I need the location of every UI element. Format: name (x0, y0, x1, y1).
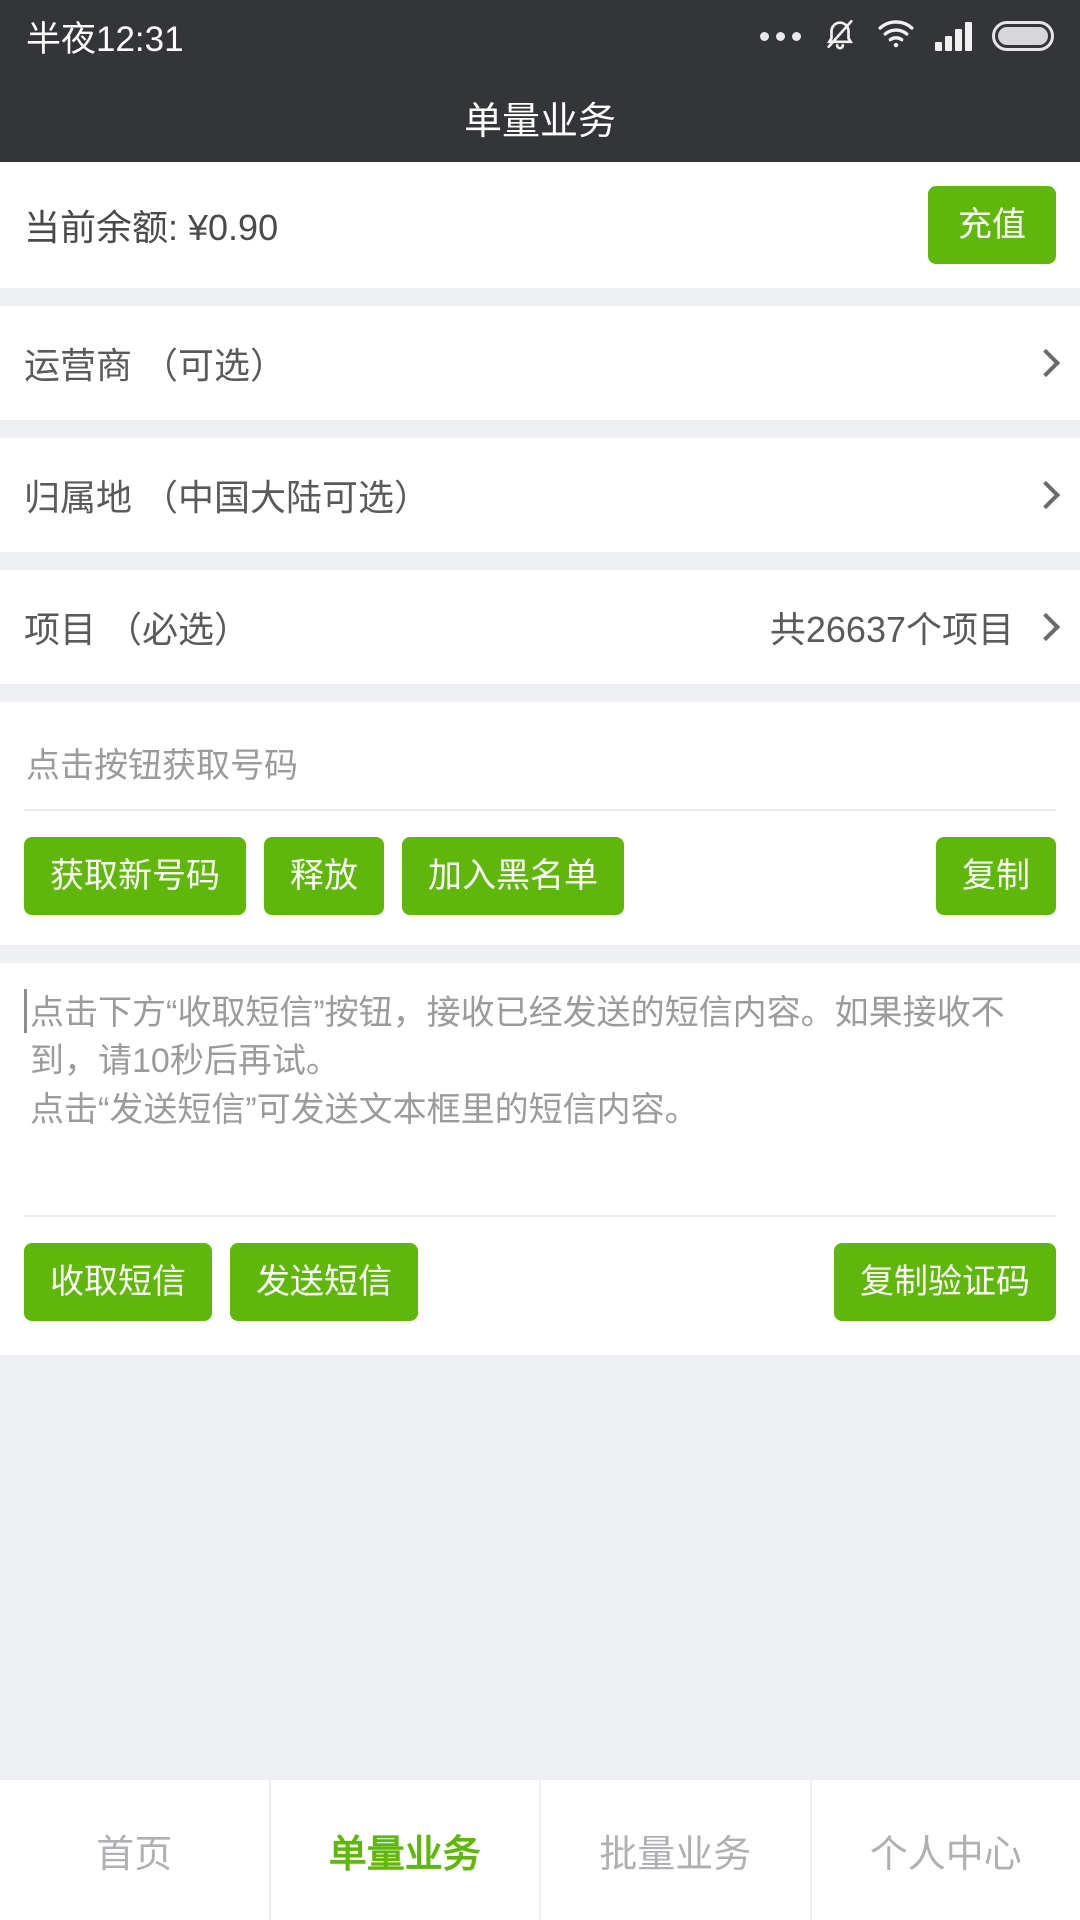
nav-row-region-label: 归属地 （中国大陆可选） (24, 477, 431, 518)
tab-home[interactable]: 首页 (0, 1780, 271, 1920)
section-divider (0, 552, 1080, 570)
nav-row-carrier[interactable]: 运营商 （可选） (0, 306, 1080, 420)
recharge-button[interactable]: 充值 (928, 186, 1056, 264)
copy-verification-code-button[interactable]: 复制验证码 (834, 1243, 1056, 1321)
tab-profile[interactable]: 个人中心 (812, 1780, 1080, 1920)
sms-textarea-placeholder: 点击下方“收取短信”按钮，接收已经发送的短信内容。如果接收不到，请10秒后再试。… (30, 994, 1005, 1129)
balance-label: 当前余额: ¥0.90 (24, 207, 279, 248)
title-bar: 单量业务 (0, 72, 1080, 162)
section-divider (0, 684, 1080, 702)
status-bar-icons (760, 17, 1054, 56)
status-bar-time: 半夜12:31 (26, 19, 184, 59)
add-blacklist-button[interactable]: 加入黑名单 (402, 837, 624, 915)
send-sms-button[interactable]: 发送短信 (230, 1243, 418, 1321)
phone-number-field[interactable]: 点击按钮获取号码 (24, 726, 1056, 811)
chevron-right-icon (1031, 480, 1061, 510)
tab-single-business[interactable]: 单量业务 (271, 1780, 541, 1920)
tab-batch-business[interactable]: 批量业务 (541, 1780, 812, 1920)
chevron-right-icon (1031, 348, 1061, 378)
more-dots-icon (760, 31, 801, 41)
nav-row-project[interactable]: 项目 （必选） 共26637个项目 (0, 570, 1080, 684)
status-bar: 半夜12:31 (0, 0, 1080, 72)
balance-card: 当前余额: ¥0.90 充值 (0, 162, 1080, 288)
nav-row-region[interactable]: 归属地 （中国大陆可选） (0, 438, 1080, 552)
copy-number-button[interactable]: 复制 (936, 837, 1056, 915)
project-card: 项目 （必选） 共26637个项目 (0, 570, 1080, 684)
release-number-button[interactable]: 释放 (264, 837, 384, 915)
get-new-number-button[interactable]: 获取新号码 (24, 837, 246, 915)
receive-sms-button[interactable]: 收取短信 (24, 1243, 212, 1321)
bell-muted-icon (823, 17, 857, 56)
section-divider (0, 420, 1080, 438)
sms-action-buttons: 收取短信 发送短信 复制验证码 (24, 1217, 1056, 1355)
nav-row-project-label: 项目 （必选） (24, 609, 251, 650)
battery-icon (992, 21, 1054, 51)
sms-textarea[interactable]: 点击下方“收取短信”按钮，接收已经发送的短信内容。如果接收不到，请10秒后再试。… (24, 963, 1056, 1199)
nav-row-carrier-label: 运营商 （可选） (24, 345, 287, 386)
chevron-right-icon (1031, 612, 1061, 642)
balance-row: 当前余额: ¥0.90 充值 (0, 162, 1080, 288)
sms-section: 点击下方“收取短信”按钮，接收已经发送的短信内容。如果接收不到，请10秒后再试。… (0, 963, 1080, 1355)
signal-icon (935, 21, 972, 51)
app-root: 半夜12:31 单量业务 当前余额: ¥0.90 充值 运营商 （可选） 归属地… (0, 0, 1080, 1920)
carrier-card: 运营商 （可选） (0, 306, 1080, 420)
section-divider (0, 945, 1080, 963)
number-action-buttons: 获取新号码 释放 加入黑名单 复制 (24, 811, 1056, 945)
nav-row-project-value: 共26637个项目 (769, 609, 1014, 650)
bottom-tab-bar: 首页 单量业务 批量业务 个人中心 (0, 1778, 1080, 1920)
number-section: 点击按钮获取号码 获取新号码 释放 加入黑名单 复制 (0, 702, 1080, 945)
wifi-icon (877, 19, 915, 54)
text-caret (24, 989, 27, 1033)
page-filler (0, 1355, 1080, 1778)
page-title: 单量业务 (463, 100, 616, 143)
region-card: 归属地 （中国大陆可选） (0, 438, 1080, 552)
section-divider (0, 288, 1080, 306)
